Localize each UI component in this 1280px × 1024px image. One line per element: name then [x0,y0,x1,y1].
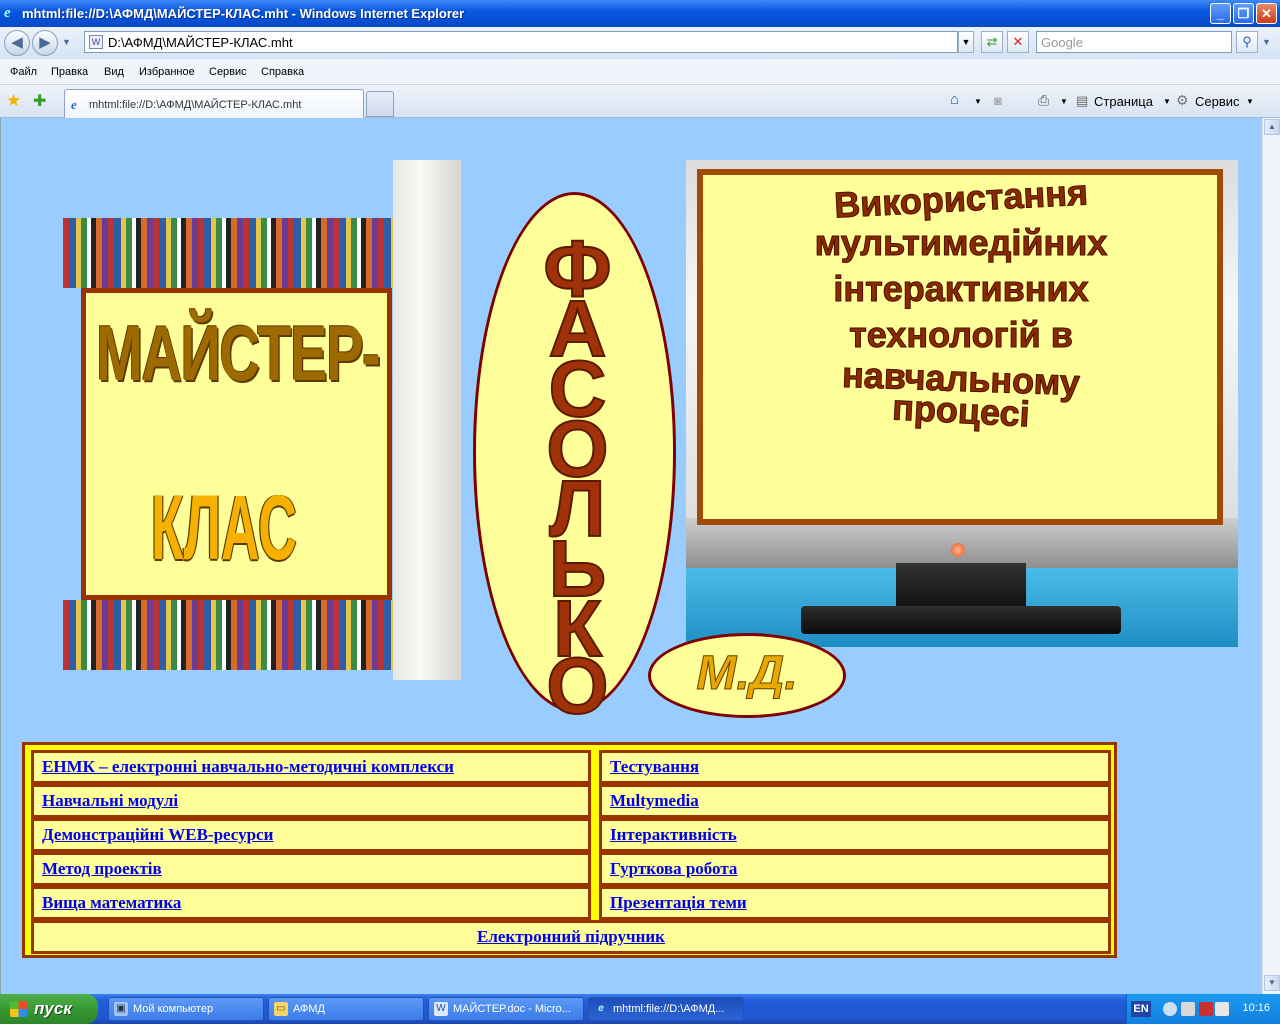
monitor-stand [896,563,1026,608]
tray-security-icon[interactable] [1199,1002,1213,1016]
address-row: ◀ ▶ ▼ W D:\АФМД\МАЙСТЕР-КЛАС.mht ▼ ⇄ ✕ G… [0,27,1280,59]
start-button[interactable]: пуск [0,994,98,1024]
favorites-star-icon[interactable]: ★ [6,91,21,111]
folder-icon: ▭ [274,1002,288,1016]
browser-viewport: МАЙСТЕР- КЛАС Ф А С О Л Ь К О Використан… [0,118,1280,994]
link-enmk[interactable]: ЕНМК – електронні навчально-методичні ко… [31,750,591,784]
search-input[interactable]: Google [1036,31,1232,53]
address-bar[interactable]: W D:\АФМД\МАЙСТЕР-КЛАС.mht [84,31,958,53]
gear-icon: ⚙ [1176,92,1189,108]
link-presentation[interactable]: Презентація теми [599,886,1111,920]
system-tray: EN 10:16 [1126,994,1280,1024]
tab-row: ★ ✚ e mhtml:file://D:\АФМД\МАЙСТЕР-КЛАС.… [0,85,1280,118]
page-menu[interactable]: Страница [1094,94,1153,109]
address-text: D:\АФМД\МАЙСТЕР-КЛАС.mht [108,35,293,50]
refresh-icon[interactable]: ⇄ [981,31,1003,53]
link-project-method[interactable]: Метод проектів [31,852,591,886]
page-icon: W [89,35,103,49]
tools-dropdown-icon[interactable]: ▼ [1246,97,1254,106]
stop-icon[interactable]: ✕ [1007,31,1029,53]
monitor-base [801,606,1121,634]
window-title: mhtml:file://D:\АФМД\МАЙСТЕР-КЛАС.mht - … [22,6,465,21]
computer-icon: ▣ [114,1002,128,1016]
scroll-down-icon[interactable]: ▼ [1264,975,1280,991]
monitor-bezel [686,518,1238,568]
history-dropdown-icon[interactable]: ▼ [62,37,71,47]
print-dropdown-icon[interactable]: ▼ [1060,97,1068,106]
clock[interactable]: 10:16 [1242,1002,1270,1014]
menu-view[interactable]: Вид [104,66,124,78]
book-title-klas: КЛАС [151,477,297,579]
menu-tools[interactable]: Сервис [209,66,247,78]
tab-label: mhtml:file://D:\АФМД\МАЙСТЕР-КЛАС.mht [89,99,302,111]
address-dropdown-icon[interactable]: ▼ [958,31,974,53]
menu-bar: Файл Правка Вид Избранное Сервис Справка [0,59,1280,85]
power-light [951,543,965,557]
link-club-work[interactable]: Гурткова робота [599,852,1111,886]
vertical-letter: О [545,640,609,731]
task-word-doc[interactable]: W МАЙСТЕР.doc - Micro... [428,997,584,1021]
maximize-button[interactable]: ❐ [1233,3,1254,24]
menu-file[interactable]: Файл [10,66,37,78]
add-favorite-icon[interactable]: ✚ [33,91,46,111]
scroll-up-icon[interactable]: ▲ [1264,119,1280,135]
language-indicator[interactable]: EN [1131,1001,1151,1017]
menu-help[interactable]: Справка [261,66,304,78]
link-modules[interactable]: Навчальні модулі [31,784,591,818]
taskbar: пуск ▣ Мой компьютер ▭ АФМД W МАЙСТЕР.do… [0,994,1280,1024]
windows-logo-icon [10,1001,27,1017]
link-web-resources[interactable]: Демонстраційні WEB-ресурси [31,818,591,852]
page-dropdown-icon[interactable]: ▼ [1163,97,1171,106]
title-bar[interactable]: e mhtml:file://D:\АФМД\МАЙСТЕР-КЛАС.mht … [0,0,1280,27]
start-label: пуск [34,999,72,1018]
feeds-icon[interactable]: ◙ [994,93,1002,108]
vertical-title-oval: Ф А С О Л Ь К О [473,192,676,731]
tools-menu[interactable]: Сервис [1195,94,1240,109]
close-button[interactable]: ✕ [1256,3,1277,24]
home-icon[interactable]: ⌂ [950,91,959,108]
back-button[interactable]: ◀ [4,30,30,56]
ie-icon: e [598,1003,604,1014]
menu-favorites[interactable]: Избранное [139,66,195,78]
vertical-scrollbar[interactable]: ▲ ▼ [1262,118,1280,994]
task-ie[interactable]: e mhtml:file://D:\АФМД... [588,997,744,1021]
link-interactivity[interactable]: Інтерактивність [599,818,1111,852]
ie-icon: e [4,5,11,21]
home-dropdown-icon[interactable]: ▼ [974,97,982,106]
screen-text-line: інтерактивних [833,268,1089,310]
task-my-computer[interactable]: ▣ Мой компьютер [108,997,264,1021]
screen-text-line: мультимедійних [814,222,1108,264]
ie-tab-icon: e [71,97,77,112]
link-higher-math[interactable]: Вища математика [31,886,591,920]
link-testing[interactable]: Тестування [599,750,1111,784]
task-label: АФМД [293,1003,325,1015]
initials-oval: М.Д. [648,633,846,718]
task-folder[interactable]: ▭ АФМД [268,997,424,1021]
print-icon[interactable]: ⎙ [1038,92,1049,109]
links-table: ЕНМК – електронні навчально-методичні ко… [22,742,1117,958]
book-title-master: МАЙСТЕР- [96,309,381,397]
minimize-button[interactable]: _ [1210,3,1231,24]
task-label: mhtml:file://D:\АФМД... [613,1003,725,1015]
search-icon[interactable]: ⚲ [1236,31,1258,53]
screen-text-line: технологій в [849,314,1074,356]
tray-flag-icon[interactable] [1215,1002,1229,1016]
word-icon: W [434,1002,448,1016]
task-label: Мой компьютер [133,1003,214,1015]
forward-button[interactable]: ▶ [32,30,58,56]
tray-network-icon[interactable] [1181,1002,1195,1016]
initials-text: М.Д. [696,647,798,701]
new-tab-button[interactable] [366,91,394,117]
task-label: МАЙСТЕР.doc - Micro... [453,1003,571,1015]
book-pages [393,160,461,680]
link-e-textbook[interactable]: Електронний підручник [31,920,1111,954]
page-content: МАЙСТЕР- КЛАС Ф А С О Л Ь К О Використан… [0,118,1262,994]
menu-edit[interactable]: Правка [51,66,88,78]
tab-current[interactable]: e mhtml:file://D:\АФМД\МАЙСТЕР-КЛАС.mht [64,89,364,118]
page-menu-icon: ▤ [1076,93,1089,108]
tray-arrow-icon[interactable] [1163,1002,1177,1016]
search-options-icon[interactable]: ▼ [1262,37,1271,47]
link-multimedia[interactable]: Multymedia [599,784,1111,818]
